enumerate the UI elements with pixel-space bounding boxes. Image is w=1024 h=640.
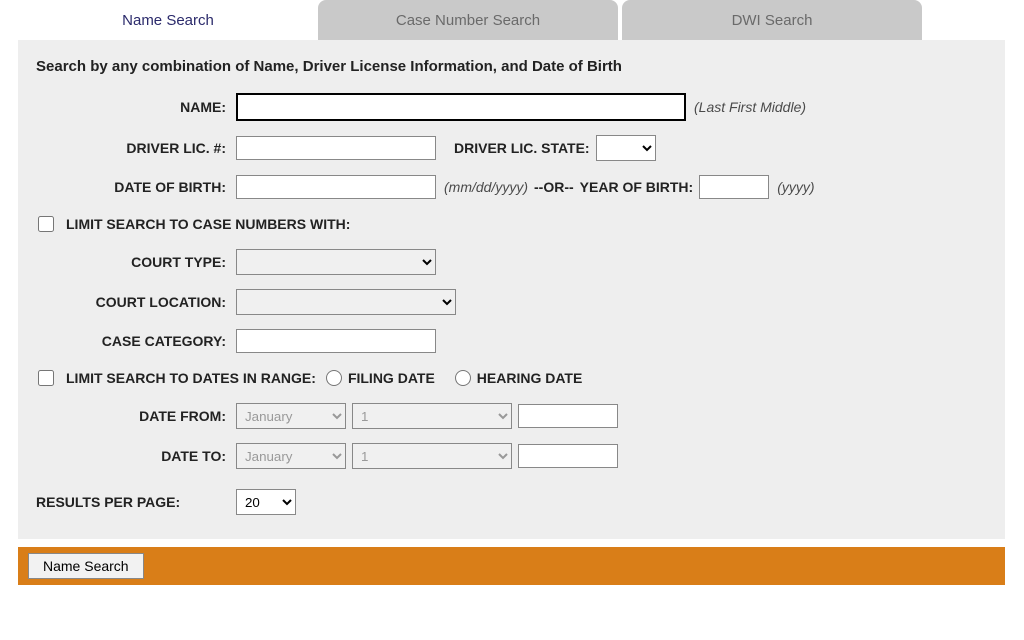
label-dl-state: DRIVER LIC. STATE: — [454, 140, 590, 156]
limit-dates-checkbox[interactable] — [38, 370, 54, 386]
court-type-select[interactable] — [236, 249, 436, 275]
label-filing-date: FILING DATE — [348, 370, 435, 386]
tab-name-search[interactable]: Name Search — [18, 0, 318, 40]
dl-number-input[interactable] — [236, 136, 436, 160]
date-from-day-select[interactable]: 1 — [352, 403, 512, 429]
name-search-button[interactable]: Name Search — [28, 553, 144, 579]
tab-case-number-search[interactable]: Case Number Search — [318, 0, 618, 40]
label-limit-case: LIMIT SEARCH TO CASE NUMBERS WITH: — [66, 216, 350, 232]
tab-bar: Name Search Case Number Search DWI Searc… — [18, 0, 1005, 40]
label-court-type: COURT TYPE: — [36, 254, 236, 270]
label-case-cat: CASE CATEGORY: — [36, 333, 236, 349]
panel-heading: Search by any combination of Name, Drive… — [36, 58, 987, 75]
label-hearing-date: HEARING DATE — [477, 370, 583, 386]
yob-hint: (yyyy) — [777, 179, 814, 195]
search-panel: Search by any combination of Name, Drive… — [18, 40, 1005, 539]
dl-state-select[interactable] — [596, 135, 656, 161]
name-input[interactable] — [236, 93, 686, 121]
hearing-date-radio[interactable] — [455, 370, 471, 386]
or-label: --OR-- — [534, 179, 574, 195]
label-limit-dates: LIMIT SEARCH TO DATES IN RANGE: — [66, 370, 316, 386]
limit-case-checkbox[interactable] — [38, 216, 54, 232]
tab-dwi-search[interactable]: DWI Search — [622, 0, 922, 40]
court-location-select[interactable] — [236, 289, 456, 315]
label-dob: DATE OF BIRTH: — [36, 179, 236, 195]
results-per-page-select[interactable]: 20 — [236, 489, 296, 515]
label-date-to: DATE TO: — [36, 448, 236, 464]
date-to-month-select[interactable]: January — [236, 443, 346, 469]
name-hint: (Last First Middle) — [694, 99, 806, 115]
label-results-per-page: RESULTS PER PAGE: — [36, 494, 236, 510]
date-to-day-select[interactable]: 1 — [352, 443, 512, 469]
date-to-year-input[interactable] — [518, 444, 618, 468]
case-category-input[interactable] — [236, 329, 436, 353]
label-court-loc: COURT LOCATION: — [36, 294, 236, 310]
label-dl-num: DRIVER LIC. #: — [36, 140, 236, 156]
filing-date-radio[interactable] — [326, 370, 342, 386]
label-name: NAME: — [36, 99, 236, 115]
date-from-year-input[interactable] — [518, 404, 618, 428]
dob-hint: (mm/dd/yyyy) — [444, 179, 528, 195]
dob-input[interactable] — [236, 175, 436, 199]
footer-bar: Name Search — [18, 547, 1005, 585]
yob-input[interactable] — [699, 175, 769, 199]
date-from-month-select[interactable]: January — [236, 403, 346, 429]
label-yob: YEAR OF BIRTH: — [580, 179, 694, 195]
label-date-from: DATE FROM: — [36, 408, 236, 424]
